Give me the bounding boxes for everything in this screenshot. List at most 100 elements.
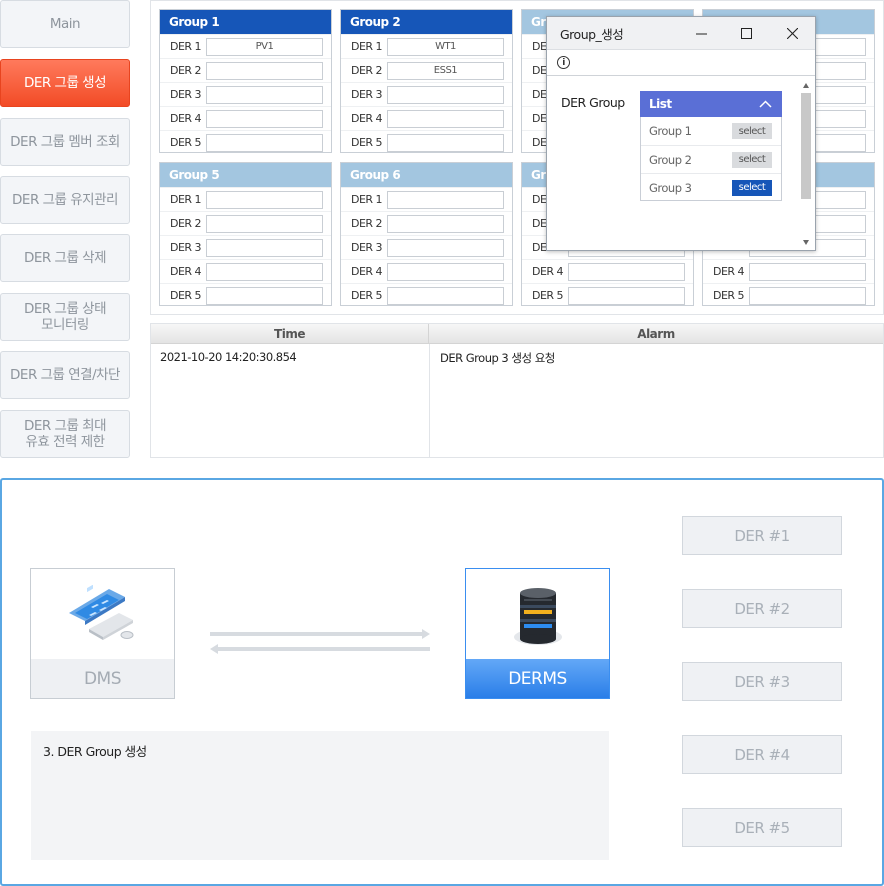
group-list-title: List	[649, 97, 672, 111]
group-member-row: DER 4	[341, 259, 512, 283]
maximize-button[interactable]	[726, 17, 766, 50]
select-button[interactable]: select	[732, 123, 772, 139]
der-slot-label: DER 5	[351, 289, 383, 302]
der-slot-field[interactable]	[206, 286, 323, 305]
der-group-label: DER Group	[561, 95, 625, 110]
derms-node: DERMS	[465, 568, 610, 699]
der-slot-label: DER 1	[351, 193, 383, 206]
der-slot-field[interactable]	[387, 109, 504, 128]
der-slot-field[interactable]	[387, 262, 504, 281]
der-slot-field[interactable]	[387, 190, 504, 209]
der-slot-label: DER 2	[351, 217, 383, 230]
der-slot-field[interactable]	[749, 262, 866, 281]
der-slot-label: DER 5	[170, 289, 202, 302]
computer-icon	[69, 585, 134, 640]
select-button[interactable]: select	[732, 151, 772, 168]
group-member-row: DER 4	[160, 259, 331, 283]
dialog-title: Group_생성	[560, 26, 624, 42]
der-slot-field[interactable]	[206, 109, 323, 128]
list-item: Group 3 select	[641, 173, 781, 201]
sidebar-item-group-member-query[interactable]: DER 그룹 멤버 조회	[0, 118, 130, 166]
der-slot-field[interactable]	[568, 286, 685, 305]
alarm-message-cell: DER Group 3 생성 요청	[440, 351, 555, 365]
group-card: Group 5 DER 1 DER 2 DER 3 DER 4 DER 5	[159, 162, 332, 306]
sidebar-item-main[interactable]: Main	[0, 0, 130, 48]
select-button-selected[interactable]: select	[732, 179, 772, 196]
list-item: Group 2 select	[641, 145, 781, 173]
chevron-up-icon	[759, 100, 772, 108]
der-5-button[interactable]: DER #5	[682, 808, 842, 847]
der-slot-field[interactable]	[387, 238, 504, 257]
der-slot-label: DER 2	[170, 64, 202, 77]
der-slot-field[interactable]	[206, 190, 323, 209]
list-item-label: Group 1	[649, 124, 692, 138]
der-slot-label: DER 4	[170, 112, 202, 125]
der-slot-field[interactable]	[206, 214, 323, 233]
der-slot-label: DER 3	[351, 241, 383, 254]
minimize-button[interactable]	[681, 17, 721, 50]
der-slot-field[interactable]	[568, 262, 685, 281]
group-member-row: DER 5	[160, 130, 331, 154]
dialog-scrollbar[interactable]	[800, 79, 812, 249]
der-slot-field[interactable]: PV1	[206, 37, 323, 56]
group-member-row: DER 5	[160, 283, 331, 307]
der-slot-field[interactable]	[206, 133, 323, 152]
group-member-row: DER 1 WT1	[341, 34, 512, 58]
der-slot-field[interactable]: WT1	[387, 37, 504, 56]
der-slot-field[interactable]	[749, 286, 866, 305]
der-slot-label: DER 5	[351, 136, 383, 149]
group-card-title: Group 2	[341, 10, 512, 34]
maximize-icon	[740, 28, 752, 39]
alarm-table: Time Alarm 2021-10-20 14:20:30.854 DER G…	[150, 323, 884, 458]
column-divider	[429, 344, 430, 457]
der-slot-field[interactable]	[206, 61, 323, 80]
group-list: Group 1 select Group 2 select Group 3 se…	[640, 117, 782, 201]
der-slot-label: DER 1	[170, 40, 202, 53]
sidebar-item-group-create[interactable]: DER 그룹 생성	[0, 59, 130, 107]
sidebar-item-group-delete[interactable]: DER 그룹 삭제	[0, 234, 130, 282]
der-slot-field[interactable]	[387, 286, 504, 305]
sidebar-item-group-monitoring[interactable]: DER 그룹 상태 모니터링	[0, 293, 130, 341]
der-slot-field[interactable]: ESS1	[387, 61, 504, 80]
der-slot-label: DER 2	[170, 217, 202, 230]
der-1-button[interactable]: DER #1	[682, 516, 842, 555]
list-item-label: Group 3	[649, 180, 692, 195]
group-member-row: DER 4	[522, 259, 693, 283]
group-card-title: Group 1	[160, 10, 331, 34]
der-slot-field[interactable]	[206, 262, 323, 281]
der-slot-field[interactable]	[206, 238, 323, 257]
alarm-time-cell: 2021-10-20 14:20:30.854	[160, 350, 297, 364]
der-slot-field[interactable]	[387, 85, 504, 104]
group-member-row: DER 5	[341, 283, 512, 307]
der-4-button[interactable]: DER #4	[682, 735, 842, 774]
der-slot-field[interactable]	[387, 133, 504, 152]
group-member-row: DER 3	[160, 82, 331, 106]
der-slot-field[interactable]	[387, 214, 504, 233]
der-slot-field[interactable]	[206, 85, 323, 104]
list-item: Group 1 select	[641, 117, 781, 145]
group-member-row: DER 5	[522, 283, 693, 307]
sidebar-item-group-power-limit[interactable]: DER 그룹 최대 유효 전력 제한	[0, 410, 130, 458]
group-member-row: DER 5	[341, 130, 512, 154]
der-2-button[interactable]: DER #2	[682, 589, 842, 628]
group-member-row: DER 4	[703, 259, 874, 283]
group-card-title: Group 6	[341, 163, 512, 187]
sidebar-item-group-maintenance[interactable]: DER 그룹 유지관리	[0, 176, 130, 224]
group-card: Group 6 DER 1 DER 2 DER 3 DER 4 DER 5	[340, 162, 513, 306]
close-button[interactable]	[772, 17, 812, 50]
der-slot-label: DER 4	[170, 265, 202, 278]
dialog-info-bar: i	[547, 50, 815, 76]
sidebar-item-group-connect[interactable]: DER 그룹 연결/차단	[0, 351, 130, 399]
der-slot-label: DER 1	[170, 193, 202, 206]
dms-label: DMS	[31, 659, 174, 698]
group-member-row: DER 1 PV1	[160, 34, 331, 58]
der-3-button[interactable]: DER #3	[682, 662, 842, 701]
group-list-header[interactable]: List	[640, 91, 782, 117]
step-description: 3. DER Group 생성	[31, 731, 609, 860]
der-slot-label: DER 4	[351, 112, 383, 125]
group-member-row: DER 2 ESS1	[341, 58, 512, 82]
der-slot-label: DER 2	[351, 64, 383, 77]
info-icon[interactable]: i	[557, 56, 570, 69]
group-member-row: DER 2	[160, 58, 331, 82]
group-member-row: DER 1	[160, 187, 331, 211]
